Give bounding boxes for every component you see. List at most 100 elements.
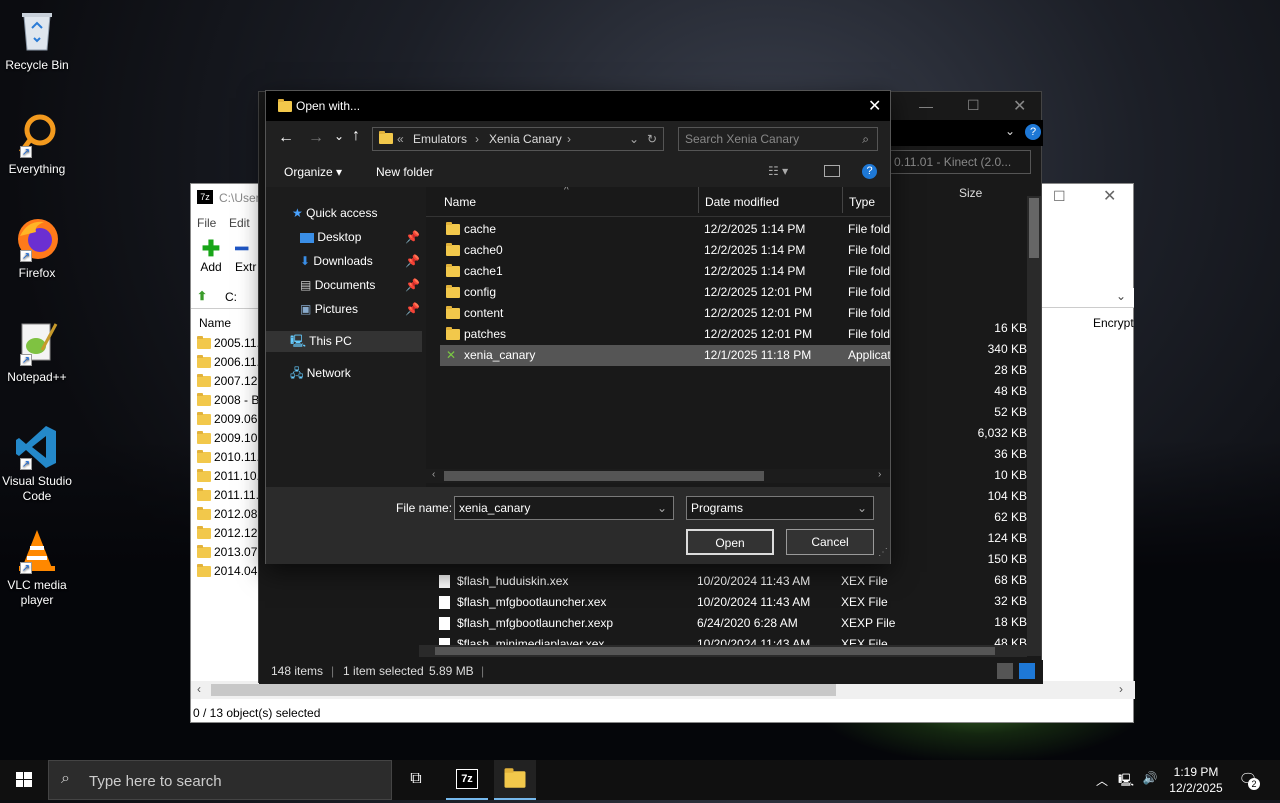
archive-row[interactable]: 2010.11. [197, 448, 260, 467]
help-icon[interactable]: ? [1025, 124, 1041, 140]
horizontal-scrollbar[interactable] [419, 645, 1027, 657]
nav-quick-access[interactable]: ★ Quick access [292, 203, 377, 224]
close-icon[interactable]: ✕ [868, 96, 881, 116]
refresh-icon[interactable]: ↻ [647, 128, 657, 150]
archive-row[interactable]: 2009.06 [197, 410, 257, 429]
column-name[interactable]: Name [199, 316, 231, 330]
archive-row[interactable]: 2005.11. [197, 334, 260, 353]
column-name[interactable]: Name [444, 195, 476, 209]
nav-downloads[interactable]: ⬇ Downloads 📌 [300, 251, 420, 272]
address-bar[interactable]: « Emulators › Xenia Canary › ⌄ ↻ [372, 127, 664, 151]
menu-edit[interactable]: Edit [229, 216, 250, 230]
desktop-icon-notepadpp[interactable]: ↗ Notepad++ [0, 320, 74, 385]
breadcrumb-emulators[interactable]: Emulators [413, 128, 467, 150]
notification-center-icon[interactable]: 🗨 2 [1236, 770, 1260, 790]
nav-desktop[interactable]: Desktop 📌 [300, 227, 420, 248]
folder-row[interactable]: config 12/2/2025 12:01 PM File fold [440, 282, 890, 303]
folder-row[interactable]: cache0 12/2/2025 1:14 PM File fold [440, 240, 890, 261]
nav-pictures[interactable]: ▣ Pictures 📌 [300, 299, 420, 320]
close-icon[interactable]: ✕ [1103, 186, 1116, 206]
nav-this-pc[interactable]: 🖳 This PC [266, 331, 422, 352]
horizontal-scrollbar[interactable]: ‹ › [426, 469, 890, 483]
file-type-filter[interactable]: Programs ⌄ [686, 496, 874, 520]
breadcrumb-xenia-canary[interactable]: Xenia Canary [489, 128, 562, 150]
desktop-icon-recycle-bin[interactable]: Recycle Bin [0, 8, 74, 73]
help-icon[interactable]: ? [862, 164, 877, 179]
nav-documents[interactable]: ▤ Documents 📌 [300, 275, 420, 296]
menu-file[interactable]: File [197, 216, 216, 230]
recent-locations-icon[interactable]: ⌄ [334, 129, 344, 143]
archive-row[interactable]: 2012.12. [197, 524, 261, 543]
taskbar-search[interactable]: ⌕ Type here to search [48, 760, 392, 800]
column-size[interactable]: Size [959, 186, 982, 200]
scroll-left-icon[interactable]: ‹ [432, 469, 435, 480]
scrollbar-thumb[interactable] [444, 471, 764, 481]
new-folder-button[interactable]: New folder [376, 165, 433, 179]
up-arrow-icon[interactable]: ↑ [352, 127, 360, 145]
vertical-scrollbar[interactable] [1027, 196, 1041, 656]
desktop-icon-everything[interactable]: ↗ Everything [0, 112, 74, 177]
file-name-input[interactable]: xenia_canary ⌄ [454, 496, 674, 520]
organize-button[interactable]: Organize ▾ [284, 165, 342, 179]
network-status-icon[interactable]: 🖳 [1116, 771, 1136, 792]
archive-row[interactable]: 2011.10. [197, 467, 260, 486]
file-row[interactable]: $flash_huduiskin.xex 10/20/2024 11:43 AM X… [439, 571, 1029, 592]
archive-row[interactable]: 2014.04. [197, 562, 261, 581]
forward-arrow-icon[interactable]: → [308, 129, 324, 147]
folder-row[interactable]: cache 12/2/2025 1:14 PM File fold [440, 219, 890, 240]
open-button[interactable]: Open [686, 529, 774, 555]
file-row-selected[interactable]: ✕ xenia_canary 12/1/2025 11:18 PM Applicat [440, 345, 890, 366]
archive-row[interactable]: 2008 - B [197, 391, 259, 410]
maximize-icon[interactable]: ☐ [1053, 188, 1066, 205]
taskbar-explorer[interactable] [494, 760, 536, 800]
scrollbar-thumb[interactable] [435, 647, 995, 655]
close-icon[interactable]: ✕ [1013, 96, 1026, 116]
minimize-icon[interactable]: — [919, 98, 933, 114]
scrollbar-thumb[interactable] [1029, 198, 1039, 258]
column-date[interactable]: Date modified [705, 195, 779, 209]
file-row[interactable]: $flash_mfgbootlauncher.xex 10/20/2024 11:… [439, 592, 1029, 613]
clock[interactable]: 1:19 PM 12/2/2025 [1164, 764, 1228, 796]
path-bar[interactable]: ⬆ C: [191, 287, 259, 309]
back-arrow-icon[interactable]: ← [278, 129, 294, 147]
maximize-icon[interactable]: ☐ [967, 97, 980, 114]
scroll-right-icon[interactable]: › [1119, 682, 1123, 696]
view-options-icon[interactable]: ☷ ▾ [768, 164, 788, 178]
add-button[interactable]: ✚ Add [197, 238, 225, 275]
desktop-icon-vlc[interactable]: ↗ VLC media player [0, 528, 74, 608]
nav-network[interactable]: 🖧 Network [290, 363, 351, 384]
archive-row[interactable]: 2007.12. [197, 372, 261, 391]
dialog-search[interactable]: Search Xenia Canary ⌕ [678, 127, 878, 151]
preview-pane-icon[interactable] [824, 165, 840, 177]
cancel-button[interactable]: Cancel [786, 529, 874, 555]
desktop-icon-firefox[interactable]: ↗ Firefox [0, 216, 74, 281]
chevron-down-icon[interactable]: ⌄ [629, 128, 639, 150]
task-view-icon[interactable]: ⧉ [398, 770, 434, 788]
archive-row[interactable]: 2012.08. [197, 505, 261, 524]
up-folder-icon[interactable]: ⬆ [197, 289, 207, 303]
archive-row[interactable]: 2006.11. [197, 353, 260, 372]
details-view-icon[interactable] [997, 663, 1013, 679]
archive-row[interactable]: 2009.10. [197, 429, 261, 448]
show-hidden-icons-chevron[interactable]: ︿ [1094, 772, 1110, 789]
sevenzip-path-dropdown[interactable]: ⌄ [1042, 288, 1134, 308]
overflow-chevron[interactable]: « [397, 128, 404, 150]
chevron-down-icon[interactable]: ⌄ [1005, 124, 1015, 138]
extract-button[interactable]: ━ Extr [235, 238, 259, 274]
tiles-view-icon[interactable] [1019, 663, 1035, 679]
start-button[interactable] [0, 760, 48, 800]
volume-icon[interactable]: 🔊 [1140, 771, 1160, 785]
scrollbar-thumb[interactable] [211, 684, 836, 696]
desktop-icon-vscode[interactable]: ↗ Visual Studio Code [0, 424, 74, 504]
chevron-down-icon[interactable]: ⌄ [657, 497, 667, 519]
folder-row[interactable]: patches 12/2/2025 12:01 PM File fold [440, 324, 890, 345]
column-type[interactable]: Type [849, 195, 875, 209]
archive-row[interactable]: 2011.11. [197, 486, 259, 505]
folder-row[interactable]: content 12/2/2025 12:01 PM File fold [440, 303, 890, 324]
explorer-search[interactable]: 0.11.01 - Kinect (2.0... [889, 150, 1031, 174]
scroll-left-icon[interactable]: ‹ [197, 682, 201, 696]
resize-grip-icon[interactable]: ⋰ [878, 547, 888, 558]
column-encrypted[interactable]: Encrypt [1093, 316, 1134, 330]
file-row[interactable]: $flash_mfgbootlauncher.xexp 6/24/2020 6:2… [439, 613, 1029, 634]
taskbar-7zip[interactable]: 7z [446, 760, 488, 800]
